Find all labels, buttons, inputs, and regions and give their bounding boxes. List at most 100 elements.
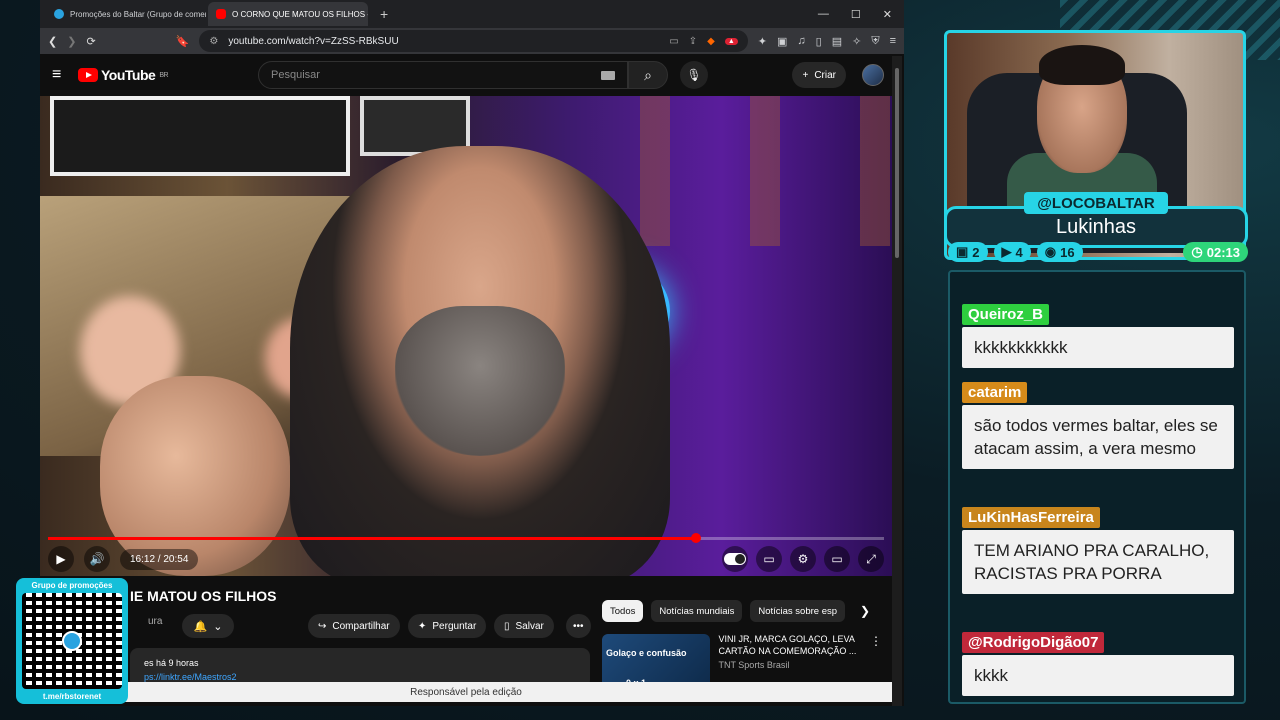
stat-uptime: ◷ 02:13	[1183, 242, 1248, 262]
voice-search-button[interactable]: 🎙	[680, 61, 709, 89]
new-tab-button[interactable]: +	[370, 6, 398, 22]
youtube-logo[interactable]: YouTube BR	[78, 67, 169, 83]
chip-world-news[interactable]: Notícias mundiais	[651, 600, 743, 622]
close-window-icon[interactable]: ✕	[883, 8, 892, 21]
keyboard-icon[interactable]	[601, 70, 616, 80]
progress-bar[interactable]	[48, 533, 884, 543]
save-icon: ▯	[504, 620, 510, 632]
theater-mode-button[interactable]: ▭	[824, 546, 850, 572]
youtube-favicon-icon	[216, 9, 226, 19]
wallet-icon[interactable]: ▤	[832, 35, 842, 48]
save-button[interactable]: ▯ Salvar	[494, 614, 554, 638]
player-controls: ▶ 🔊 16:12 / 20:54 ▭ ⚙ ▭ ⤢	[48, 546, 884, 572]
tab-promocoes[interactable]: Promoções do Baltar (Grupo de comentário…	[46, 2, 206, 26]
vpn-icon[interactable]: ⛨	[871, 35, 879, 48]
brave-shield-icon[interactable]: ◆	[707, 36, 715, 47]
tab-bar: Promoções do Baltar (Grupo de comentário…	[40, 0, 904, 28]
chat-username: Queiroz_B	[962, 304, 1050, 325]
theater-icon: ▭	[831, 552, 843, 566]
telegram-icon	[54, 9, 64, 19]
promo-qr-card: Grupo de promoções t.me/rbstorenet	[16, 578, 128, 704]
chat-text: kkkk	[962, 655, 1234, 696]
scrollbar-thumb[interactable]	[895, 68, 899, 258]
telegram-icon	[62, 631, 82, 651]
address-bar-row: ❮ ❯ ⟳ 🔖 ⚙ youtube.com/watch?v=ZzSS-RBkSU…	[40, 28, 904, 54]
hamburger-menu-icon[interactable]: ≡	[52, 66, 78, 84]
stat-value: 2	[972, 244, 980, 260]
player-right-controls: ▭ ⚙ ▭ ⤢	[722, 546, 884, 572]
video-player[interactable]: ▶ 🔊 16:12 / 20:54 ▭ ⚙ ▭ ⤢	[40, 96, 892, 576]
tab-youtube-video[interactable]: O CORNO QUE MATOU OS FILHOS - Yo ✕	[208, 2, 368, 26]
leo-ai-icon[interactable]: ✧	[852, 35, 861, 48]
share-button[interactable]: ↪ Compartilhar	[308, 614, 400, 638]
scrubber-handle[interactable]	[690, 533, 701, 543]
chip-all[interactable]: Todos	[602, 600, 644, 622]
recommended-channel[interactable]: TNT Sports Brasil	[718, 660, 858, 672]
account-avatar[interactable]	[862, 64, 884, 86]
chat-message: @RodrigoDigão07 kkkk	[962, 632, 1234, 696]
play-button[interactable]: ▶	[48, 546, 74, 572]
webcam-hair	[1039, 45, 1125, 85]
promo-title: Grupo de promoções	[31, 581, 113, 590]
toggle-icon	[724, 553, 746, 565]
bookmark-icon[interactable]: 🔖	[176, 35, 190, 48]
reload-icon[interactable]: ⟳	[86, 35, 95, 48]
country-code: BR	[159, 71, 169, 79]
promo-link: t.me/rbstorenet	[42, 692, 102, 701]
fullscreen-button[interactable]: ⤢	[858, 546, 884, 572]
search-placeholder: Pesquisar	[271, 69, 320, 81]
channel-name[interactable]: ura	[148, 616, 162, 627]
maximize-icon[interactable]: ☐	[851, 8, 861, 21]
chat-text: são todos vermes baltar, eles se atacam …	[962, 405, 1234, 469]
chat-username: LuKinHasFerreira	[962, 507, 1100, 528]
sidebar-icon[interactable]: ▯	[816, 35, 822, 48]
extensions-icon[interactable]: ✦	[758, 35, 767, 48]
cast-icon[interactable]: ▭	[669, 36, 678, 47]
notifications-button[interactable]: 🔔 ⌄	[182, 614, 234, 638]
forward-icon[interactable]: ❯	[67, 35, 76, 48]
description-link[interactable]: ps://linktr.ee/Maestros2	[144, 672, 576, 682]
back-icon[interactable]: ❮	[48, 35, 57, 48]
youtube-icon: ▶	[1001, 244, 1012, 259]
recommended-title[interactable]: VINI JR, MARCA GOLAÇO, LEVA CARTÃO NA CO…	[718, 634, 856, 656]
play-icon: ▶	[56, 552, 66, 566]
chat-message: catarim são todos vermes baltar, eles se…	[962, 382, 1234, 469]
youtube-header: ≡ YouTube BR Pesquisar ⌕ 🎙 + Criar	[40, 54, 904, 96]
save-label: Salvar	[515, 620, 544, 632]
more-actions-button[interactable]: •••	[566, 614, 591, 638]
screenshot-icon[interactable]: ▣	[777, 35, 787, 48]
ask-button[interactable]: ✦ Perguntar	[408, 614, 487, 638]
menu-icon[interactable]: ≡	[890, 35, 896, 48]
page-scrollbar[interactable]	[892, 56, 902, 706]
music-icon[interactable]: ♫	[797, 35, 805, 48]
url-text: youtube.com/watch?v=ZzSS-RBkSUU	[228, 35, 399, 47]
settings-button[interactable]: ⚙	[790, 546, 816, 572]
chat-username: catarim	[962, 382, 1028, 403]
thumbnail-text: Golaço e confusão	[606, 648, 687, 658]
volume-button[interactable]: 🔊	[84, 546, 110, 572]
browser-window: Promoções do Baltar (Grupo de comentário…	[40, 0, 904, 706]
subtitles-button[interactable]: ▭	[756, 546, 782, 572]
share-label: Compartilhar	[332, 620, 390, 632]
youtube-wordmark: YouTube	[101, 67, 156, 83]
search-button[interactable]: ⌕	[628, 61, 669, 89]
stream-stats: ▣ 2 ▶ 4 ◉ 16 ◷ 02:13	[948, 242, 1248, 262]
chevron-right-icon[interactable]: ❯	[860, 604, 870, 618]
create-button[interactable]: + Criar	[792, 62, 846, 88]
share-icon[interactable]: ⇪	[689, 36, 697, 47]
site-info-icon[interactable]: ⚙	[209, 36, 218, 47]
more-icon: •••	[573, 620, 584, 632]
bell-icon: 🔔	[193, 620, 208, 633]
streamer-handle: @LOCOBALTAR	[1024, 192, 1168, 214]
address-bar[interactable]: ⚙ youtube.com/watch?v=ZzSS-RBkSUU ▭ ⇪ ◆ …	[199, 30, 748, 52]
minimize-icon[interactable]: —	[818, 8, 829, 21]
chip-sports-news[interactable]: Notícias sobre esp	[750, 600, 846, 622]
rewards-badge[interactable]: ▲	[724, 37, 738, 45]
fullscreen-icon: ⤢	[866, 551, 876, 566]
window-controls: — ☐ ✕	[818, 8, 904, 21]
plus-icon: +	[802, 69, 809, 81]
stat-value: 02:13	[1206, 244, 1240, 260]
autoplay-toggle[interactable]	[722, 546, 748, 572]
search-input[interactable]: Pesquisar	[258, 61, 629, 89]
chat-message: LuKinHasFerreira TEM ARIANO PRA CARALHO,…	[962, 507, 1234, 594]
